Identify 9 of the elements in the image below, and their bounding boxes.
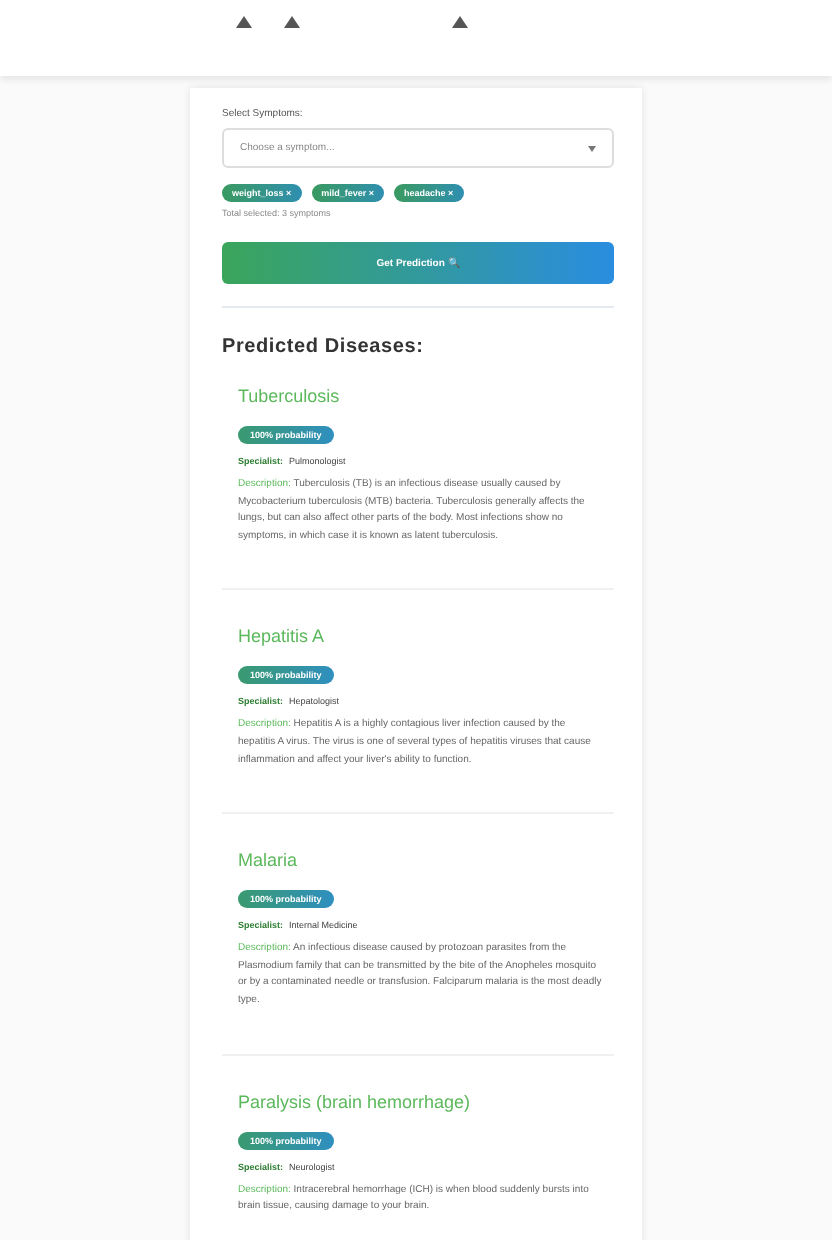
nav-icon[interactable] <box>236 16 252 28</box>
disease-name: Hepatitis A <box>238 626 327 647</box>
results-heading: Predicted Diseases: <box>222 336 426 358</box>
caret-icon <box>588 145 596 151</box>
disease-name: Malaria <box>238 850 300 871</box>
disease-name: Paralysis (brain hemorrhage) <box>238 1091 473 1112</box>
nav-icon[interactable] <box>284 16 300 28</box>
disease-name: Tuberculosis <box>238 386 342 406</box>
nav-icon[interactable] <box>452 16 468 28</box>
